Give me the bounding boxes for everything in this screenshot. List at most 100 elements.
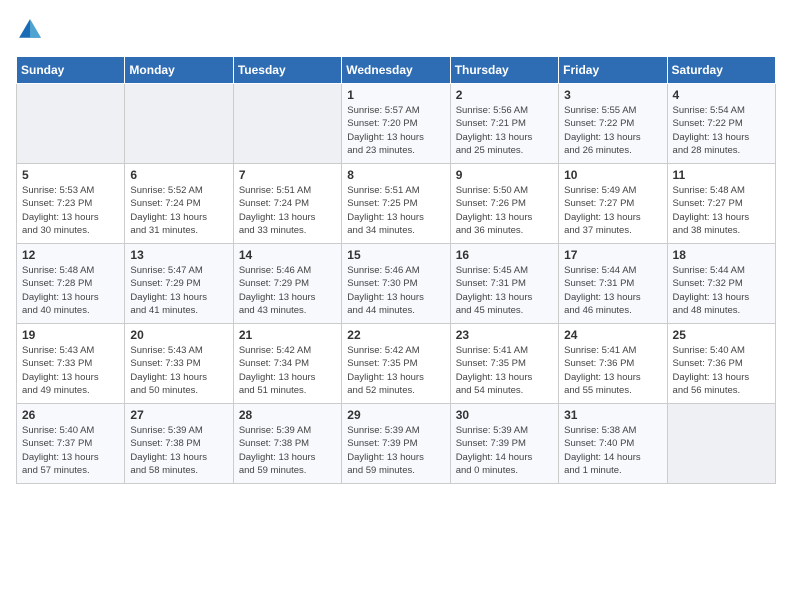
- day-cell-27: 27Sunrise: 5:39 AM Sunset: 7:38 PM Dayli…: [125, 404, 233, 484]
- day-info: Sunrise: 5:43 AM Sunset: 7:33 PM Dayligh…: [130, 344, 227, 397]
- day-info: Sunrise: 5:57 AM Sunset: 7:20 PM Dayligh…: [347, 104, 444, 157]
- day-cell-5: 5 Sunrise: 5:53 AM Sunset: 7:23 PM Daylig…: [17, 164, 125, 244]
- week-row-5: 26 Sunrise: 5:40 AM Sunset: 7:37 PM Dayli…: [17, 404, 776, 484]
- day-cell-23: 23 Sunrise: 5:41 AM Sunset: 7:35 PM Dayli…: [450, 324, 558, 404]
- day-info: Sunrise: 5:50 AM Sunset: 7:26 PM Dayligh…: [456, 184, 553, 237]
- day-cell-20: 20 Sunrise: 5:43 AM Sunset: 7:33 PM Dayli…: [125, 324, 233, 404]
- week-row-3: 12Sunrise: 5:48 AM Sunset: 7:28 PM Dayli…: [17, 244, 776, 324]
- day-number: 1: [347, 88, 444, 102]
- week-row-2: 5 Sunrise: 5:53 AM Sunset: 7:23 PM Daylig…: [17, 164, 776, 244]
- day-cell-8: 8 Sunrise: 5:51 AM Sunset: 7:25 PM Daylig…: [342, 164, 450, 244]
- day-number: 20: [130, 328, 227, 342]
- day-number: 24: [564, 328, 661, 342]
- day-cell-empty: [125, 84, 233, 164]
- day-info: Sunrise: 5:47 AM Sunset: 7:29 PM Dayligh…: [130, 264, 227, 317]
- day-number: 3: [564, 88, 661, 102]
- day-number: 2: [456, 88, 553, 102]
- day-number: 31: [564, 408, 661, 422]
- day-number: 29: [347, 408, 444, 422]
- day-cell-30: 30Sunrise: 5:39 AM Sunset: 7:39 PM Dayli…: [450, 404, 558, 484]
- day-cell-12: 12Sunrise: 5:48 AM Sunset: 7:28 PM Dayli…: [17, 244, 125, 324]
- day-number: 23: [456, 328, 553, 342]
- day-info: Sunrise: 5:49 AM Sunset: 7:27 PM Dayligh…: [564, 184, 661, 237]
- day-cell-14: 14 Sunrise: 5:46 AM Sunset: 7:29 PM Dayli…: [233, 244, 341, 324]
- day-number: 21: [239, 328, 336, 342]
- day-number: 15: [347, 248, 444, 262]
- day-cell-empty: [667, 404, 775, 484]
- day-cell-17: 17Sunrise: 5:44 AM Sunset: 7:31 PM Dayli…: [559, 244, 667, 324]
- day-cell-24: 24 Sunrise: 5:41 AM Sunset: 7:36 PM Dayli…: [559, 324, 667, 404]
- day-cell-4: 4 Sunrise: 5:54 AM Sunset: 7:22 PM Daylig…: [667, 84, 775, 164]
- day-cell-15: 15 Sunrise: 5:46 AM Sunset: 7:30 PM Dayli…: [342, 244, 450, 324]
- header-wednesday: Wednesday: [342, 57, 450, 84]
- calendar-table: SundayMondayTuesdayWednesdayThursdayFrid…: [16, 56, 776, 484]
- day-cell-18: 18Sunrise: 5:44 AM Sunset: 7:32 PM Dayli…: [667, 244, 775, 324]
- day-cell-25: 25 Sunrise: 5:40 AM Sunset: 7:36 PM Dayli…: [667, 324, 775, 404]
- week-row-4: 19 Sunrise: 5:43 AM Sunset: 7:33 PM Dayli…: [17, 324, 776, 404]
- day-info: Sunrise: 5:54 AM Sunset: 7:22 PM Dayligh…: [673, 104, 770, 157]
- day-info: Sunrise: 5:46 AM Sunset: 7:30 PM Dayligh…: [347, 264, 444, 317]
- day-number: 26: [22, 408, 119, 422]
- day-number: 8: [347, 168, 444, 182]
- header-tuesday: Tuesday: [233, 57, 341, 84]
- day-number: 11: [673, 168, 770, 182]
- day-info: Sunrise: 5:52 AM Sunset: 7:24 PM Dayligh…: [130, 184, 227, 237]
- day-info: Sunrise: 5:39 AM Sunset: 7:39 PM Dayligh…: [347, 424, 444, 477]
- day-info: Sunrise: 5:53 AM Sunset: 7:23 PM Dayligh…: [22, 184, 119, 237]
- day-number: 22: [347, 328, 444, 342]
- day-info: Sunrise: 5:41 AM Sunset: 7:35 PM Dayligh…: [456, 344, 553, 397]
- day-info: Sunrise: 5:42 AM Sunset: 7:35 PM Dayligh…: [347, 344, 444, 397]
- day-cell-31: 31 Sunrise: 5:38 AM Sunset: 7:40 PM Dayli…: [559, 404, 667, 484]
- logo: [16, 16, 48, 44]
- header-monday: Monday: [125, 57, 233, 84]
- day-cell-6: 6 Sunrise: 5:52 AM Sunset: 7:24 PM Daylig…: [125, 164, 233, 244]
- day-number: 10: [564, 168, 661, 182]
- day-number: 5: [22, 168, 119, 182]
- day-info: Sunrise: 5:38 AM Sunset: 7:40 PM Dayligh…: [564, 424, 661, 477]
- day-info: Sunrise: 5:55 AM Sunset: 7:22 PM Dayligh…: [564, 104, 661, 157]
- day-number: 18: [673, 248, 770, 262]
- day-cell-22: 22 Sunrise: 5:42 AM Sunset: 7:35 PM Dayli…: [342, 324, 450, 404]
- day-cell-2: 2 Sunrise: 5:56 AM Sunset: 7:21 PM Daylig…: [450, 84, 558, 164]
- day-info: Sunrise: 5:43 AM Sunset: 7:33 PM Dayligh…: [22, 344, 119, 397]
- day-info: Sunrise: 5:48 AM Sunset: 7:28 PM Dayligh…: [22, 264, 119, 317]
- page-header: [16, 16, 776, 44]
- day-number: 9: [456, 168, 553, 182]
- day-info: Sunrise: 5:51 AM Sunset: 7:24 PM Dayligh…: [239, 184, 336, 237]
- day-number: 17: [564, 248, 661, 262]
- day-info: Sunrise: 5:40 AM Sunset: 7:36 PM Dayligh…: [673, 344, 770, 397]
- day-info: Sunrise: 5:51 AM Sunset: 7:25 PM Dayligh…: [347, 184, 444, 237]
- header-thursday: Thursday: [450, 57, 558, 84]
- day-info: Sunrise: 5:46 AM Sunset: 7:29 PM Dayligh…: [239, 264, 336, 317]
- day-info: Sunrise: 5:42 AM Sunset: 7:34 PM Dayligh…: [239, 344, 336, 397]
- day-info: Sunrise: 5:39 AM Sunset: 7:38 PM Dayligh…: [239, 424, 336, 477]
- day-number: 19: [22, 328, 119, 342]
- day-cell-19: 19 Sunrise: 5:43 AM Sunset: 7:33 PM Dayli…: [17, 324, 125, 404]
- day-number: 6: [130, 168, 227, 182]
- logo-icon: [16, 16, 44, 44]
- day-info: Sunrise: 5:45 AM Sunset: 7:31 PM Dayligh…: [456, 264, 553, 317]
- day-cell-11: 11 Sunrise: 5:48 AM Sunset: 7:27 PM Dayli…: [667, 164, 775, 244]
- day-info: Sunrise: 5:39 AM Sunset: 7:38 PM Dayligh…: [130, 424, 227, 477]
- day-cell-21: 21 Sunrise: 5:42 AM Sunset: 7:34 PM Dayli…: [233, 324, 341, 404]
- day-number: 7: [239, 168, 336, 182]
- day-number: 28: [239, 408, 336, 422]
- day-cell-26: 26 Sunrise: 5:40 AM Sunset: 7:37 PM Dayli…: [17, 404, 125, 484]
- day-info: Sunrise: 5:48 AM Sunset: 7:27 PM Dayligh…: [673, 184, 770, 237]
- day-info: Sunrise: 5:56 AM Sunset: 7:21 PM Dayligh…: [456, 104, 553, 157]
- header-sunday: Sunday: [17, 57, 125, 84]
- day-info: Sunrise: 5:41 AM Sunset: 7:36 PM Dayligh…: [564, 344, 661, 397]
- week-row-1: 1 Sunrise: 5:57 AM Sunset: 7:20 PM Daylig…: [17, 84, 776, 164]
- day-number: 16: [456, 248, 553, 262]
- day-number: 4: [673, 88, 770, 102]
- day-cell-29: 29 Sunrise: 5:39 AM Sunset: 7:39 PM Dayli…: [342, 404, 450, 484]
- day-cell-empty: [17, 84, 125, 164]
- day-info: Sunrise: 5:40 AM Sunset: 7:37 PM Dayligh…: [22, 424, 119, 477]
- day-info: Sunrise: 5:39 AM Sunset: 7:39 PM Dayligh…: [456, 424, 553, 477]
- day-cell-7: 7 Sunrise: 5:51 AM Sunset: 7:24 PM Daylig…: [233, 164, 341, 244]
- day-number: 13: [130, 248, 227, 262]
- day-cell-empty: [233, 84, 341, 164]
- day-cell-28: 28 Sunrise: 5:39 AM Sunset: 7:38 PM Dayli…: [233, 404, 341, 484]
- day-number: 25: [673, 328, 770, 342]
- day-number: 14: [239, 248, 336, 262]
